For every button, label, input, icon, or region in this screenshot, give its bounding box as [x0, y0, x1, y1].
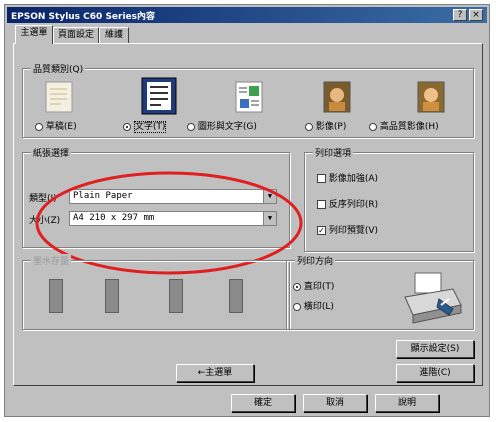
- radio-draft[interactable]: [35, 122, 43, 131]
- draft-doc-icon: [45, 81, 73, 113]
- quality-graphic-label: 圖形與文字(G): [197, 122, 257, 132]
- quality-best-photo-label: 高品質影像(H): [379, 122, 439, 132]
- help-icon[interactable]: ?: [453, 9, 467, 21]
- show-settings-button[interactable]: 顯示設定(S): [396, 340, 474, 358]
- print-options-group: 列印選項 影像加強(A) 反序列印(R) ✓ 列印預覽(V): [304, 146, 474, 252]
- quality-group: 品質類別(Q) 草稿(E) 文字(T) 圖形與文字(G) 影像(P) 高品質影像…: [22, 62, 474, 138]
- graphic-text-doc-icon: [235, 81, 263, 113]
- ink-label: 墨水存量: [31, 254, 72, 267]
- printer-icon: [404, 272, 462, 324]
- quality-best-photo-option[interactable]: 高品質影像(H): [369, 119, 439, 132]
- advanced-button[interactable]: 進階(C): [396, 364, 474, 382]
- ink-black-bar: [49, 279, 63, 313]
- quality-graphic-option[interactable]: 圖形與文字(G): [187, 119, 257, 132]
- print-option-reverse[interactable]: 反序列印(R): [317, 197, 378, 210]
- ok-button[interactable]: 確定: [231, 394, 295, 412]
- ink-group: 墨水存量: [22, 254, 290, 330]
- print-option-preview-label: 列印預覽(V): [328, 226, 379, 236]
- cancel-button[interactable]: 取消: [303, 394, 367, 412]
- quality-photo-label: 影像(P): [315, 122, 347, 132]
- ink-yellow-bar: [229, 279, 243, 313]
- checkbox-preview[interactable]: ✓: [317, 226, 326, 235]
- ink-cyan-bar: [105, 279, 119, 313]
- quality-label: 品質類別(Q): [31, 62, 86, 75]
- quality-text-option[interactable]: 文字(T): [123, 119, 167, 133]
- orientation-label: 列印方向: [295, 254, 336, 267]
- help-button[interactable]: 說明: [375, 394, 439, 412]
- print-option-preview[interactable]: ✓ 列印預覽(V): [317, 223, 378, 236]
- radio-best-photo[interactable]: [369, 122, 377, 131]
- orientation-landscape-option[interactable]: 橫印(L): [293, 299, 334, 312]
- checkbox-reverse[interactable]: [317, 200, 326, 209]
- quality-draft-option[interactable]: 草稿(E): [35, 119, 77, 132]
- print-option-enhance-label: 影像加強(A): [328, 174, 379, 184]
- ink-magenta-bar: [169, 279, 183, 313]
- paper-label: 紙張選擇: [31, 146, 72, 159]
- radio-text[interactable]: [123, 122, 131, 131]
- orientation-landscape-label: 橫印(L): [303, 302, 334, 312]
- title-bar: EPSON Stylus C60 Series內容 ? ×: [7, 7, 487, 23]
- orientation-portrait-option[interactable]: 直印(T): [293, 279, 334, 292]
- print-options-label: 列印選項: [313, 146, 354, 159]
- radio-portrait[interactable]: [293, 282, 301, 291]
- text-doc-icon: [141, 77, 177, 115]
- printer-properties-window: EPSON Stylus C60 Series內容 ? × 主選單 頁面設定 維…: [4, 4, 490, 417]
- radio-graphic[interactable]: [187, 122, 195, 131]
- window-title: EPSON Stylus C60 Series內容: [11, 12, 156, 22]
- close-icon[interactable]: ×: [469, 9, 483, 21]
- radio-landscape[interactable]: [293, 302, 301, 311]
- radio-photo[interactable]: [305, 122, 313, 131]
- tab-panel: 品質類別(Q) 草稿(E) 文字(T) 圖形與文字(G) 影像(P) 高品質影像…: [13, 43, 483, 386]
- quality-photo-option[interactable]: 影像(P): [305, 119, 346, 132]
- quality-text-label: 文字(T): [133, 121, 167, 133]
- orientation-group: 列印方向 直印(T) 橫印(L): [286, 254, 474, 330]
- print-option-reverse-label: 反序列印(R): [328, 200, 379, 210]
- quality-draft-label: 草稿(E): [45, 122, 77, 132]
- back-to-main-button[interactable]: ←主選單: [176, 364, 254, 382]
- orientation-portrait-label: 直印(T): [303, 282, 335, 292]
- checkbox-enhance[interactable]: [317, 174, 326, 183]
- best-photo-icon: [417, 81, 445, 113]
- photo-icon: [323, 81, 351, 113]
- print-option-enhance[interactable]: 影像加強(A): [317, 171, 378, 184]
- tab-maintenance[interactable]: 維護: [99, 27, 129, 43]
- tab-page-setup[interactable]: 頁面設定: [53, 27, 99, 43]
- tab-main[interactable]: 主選單: [15, 25, 53, 44]
